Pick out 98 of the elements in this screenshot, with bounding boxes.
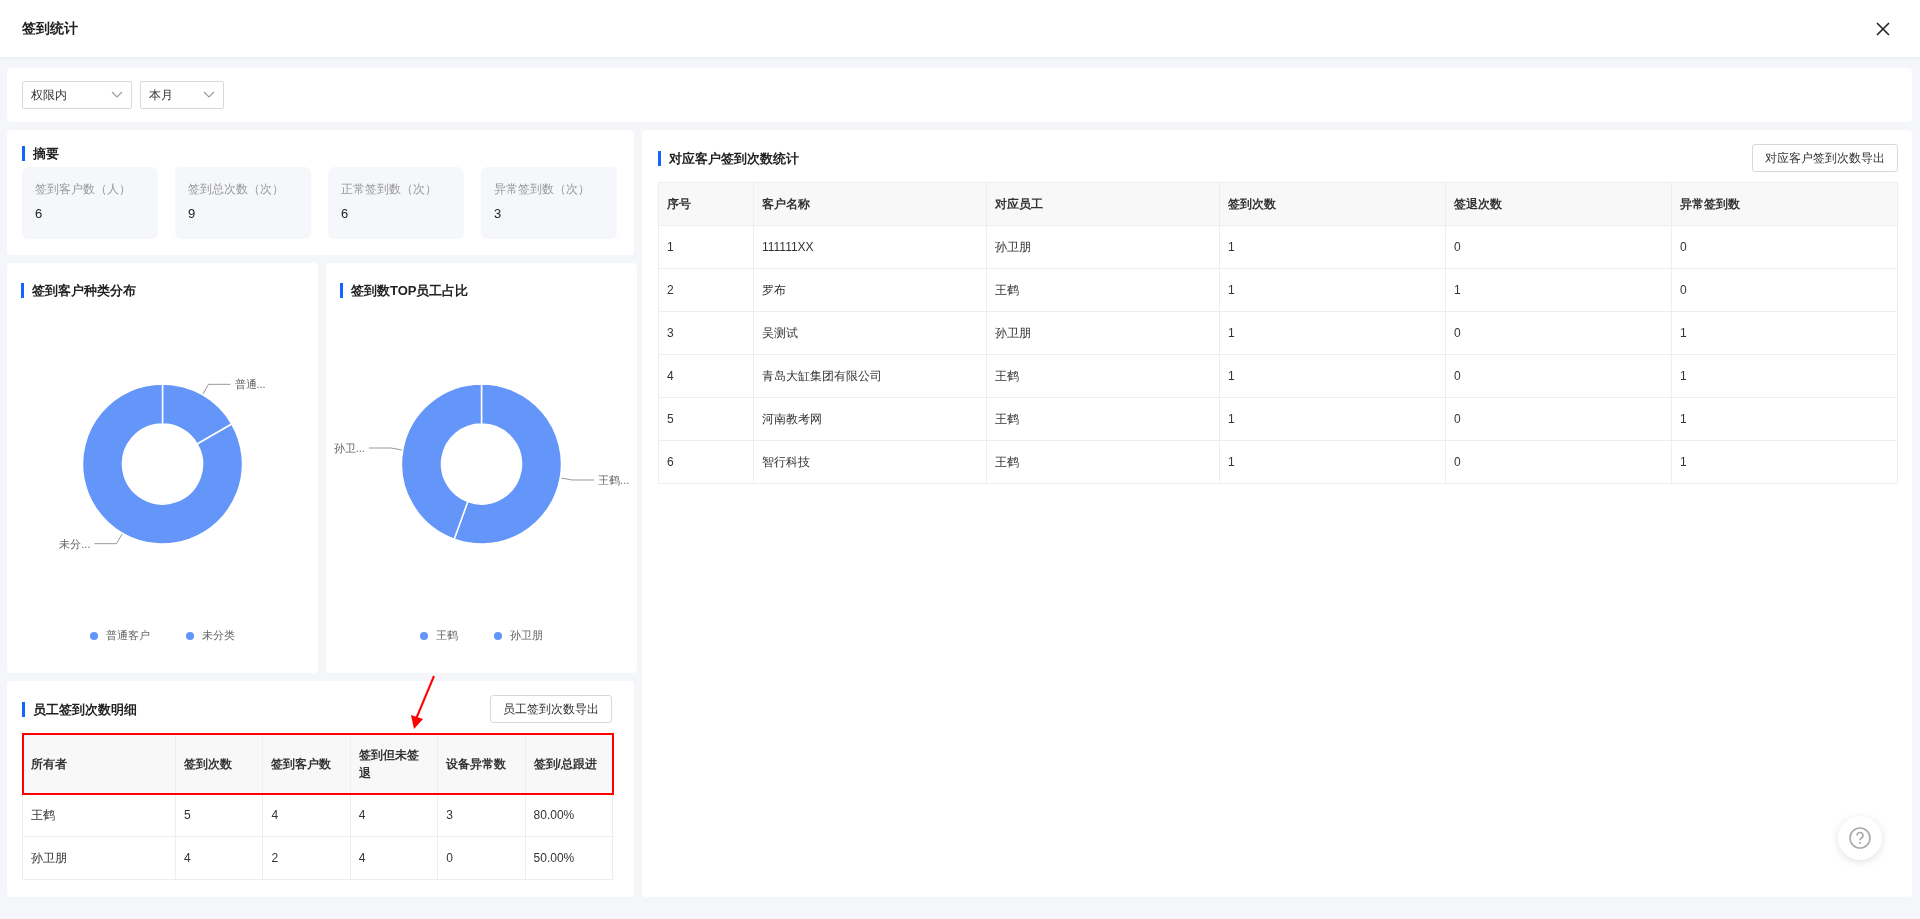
table-cell: 6: [658, 440, 754, 484]
legend-item[interactable]: 孙卫朋: [494, 628, 543, 643]
legend-item[interactable]: 未分类: [186, 628, 235, 643]
table-cell: 王鹤: [986, 440, 1220, 484]
table-cell: 4: [175, 836, 263, 880]
table-cell: 0: [1671, 225, 1898, 269]
table-cell: 0: [1445, 397, 1672, 441]
donut-slice[interactable]: [161, 383, 233, 445]
section-title: 签到客户种类分布: [21, 283, 318, 298]
table-cell: 罗布: [753, 268, 987, 312]
leader-line: [560, 477, 595, 481]
column-header: 签到但未签退: [350, 733, 438, 794]
column-header: 签到次数: [1219, 182, 1446, 226]
slice-label: 王鹤...: [598, 474, 630, 486]
table-cell: 1: [658, 225, 754, 269]
table-cell: 4: [350, 793, 438, 837]
leader-line: [94, 533, 123, 545]
stat-label: 签到客户数（人）: [35, 181, 132, 198]
table-cell: 2: [658, 268, 754, 312]
table-cell: 0: [1671, 268, 1898, 312]
table-cell: 0: [1445, 225, 1672, 269]
column-header: 签退次数: [1445, 182, 1672, 226]
section-title: 对应客户签到次数统计: [658, 150, 799, 166]
table-cell: 4: [658, 354, 754, 398]
stat-label: 签到总次数（次）: [188, 181, 285, 198]
column-header: 异常签到数: [1671, 182, 1898, 226]
table-cell: 111111XX: [753, 225, 987, 269]
leader-line: [202, 383, 231, 395]
window-title: 签到统计: [22, 19, 78, 38]
table-cell: 1: [1671, 397, 1898, 441]
column-header: 所有者: [22, 733, 176, 794]
table-cell: 孙卫朋: [986, 225, 1220, 269]
stat-value: 3: [494, 206, 503, 221]
section-title: 员工签到次数明细: [22, 701, 137, 717]
column-header: 设备异常数: [437, 733, 526, 794]
column-header: 签到/总跟进: [525, 733, 613, 794]
table-cell: 5: [175, 793, 263, 837]
table-cell: 3: [658, 311, 754, 355]
section-title: 摘要: [22, 146, 619, 161]
table-cell: 0: [1445, 311, 1672, 355]
annotation-arrow: [410, 675, 436, 731]
table-cell: 1: [1219, 225, 1446, 269]
stat-value: 6: [35, 206, 44, 221]
filter-select[interactable]: 权限内: [22, 81, 132, 109]
table-cell: 王鹤: [22, 793, 176, 837]
table-cell: 5: [658, 397, 754, 441]
table-cell: 青岛大缸集团有限公司: [753, 354, 987, 398]
slice-label: 普通...: [234, 378, 266, 391]
table-cell: 河南教考网: [753, 397, 987, 441]
filter-select[interactable]: 本月: [140, 81, 224, 109]
table-cell: 2: [262, 836, 351, 880]
column-header: 客户名称: [753, 182, 987, 226]
export-button[interactable]: 员工签到次数导出: [490, 695, 612, 723]
close-icon[interactable]: [1876, 21, 1890, 36]
table-cell: 1: [1445, 268, 1672, 312]
column-header: 序号: [658, 182, 754, 226]
slice-label: 孙卫...: [333, 442, 365, 454]
column-header: 签到客户数: [262, 733, 351, 794]
donut-slice[interactable]: [400, 383, 483, 540]
table-cell: 1: [1671, 440, 1898, 484]
leader-line: [368, 447, 403, 451]
table-cell: 1: [1671, 311, 1898, 355]
table-cell: 0: [1445, 354, 1672, 398]
export-button[interactable]: 对应客户签到次数导出: [1752, 144, 1898, 172]
table-cell: 智行科技: [753, 440, 987, 484]
table-cell: 1: [1219, 268, 1446, 312]
caret-icon: [203, 91, 215, 99]
stat-label: 异常签到数（次）: [494, 181, 591, 198]
table-cell: 4: [262, 793, 351, 837]
help-icon: [1848, 826, 1872, 850]
table-cell: 吴测试: [753, 311, 987, 355]
table-cell: 孙卫朋: [22, 836, 176, 880]
table-cell: 孙卫朋: [986, 311, 1220, 355]
table-cell: 1: [1219, 397, 1446, 441]
table-cell: 1: [1671, 354, 1898, 398]
donut-slice[interactable]: [453, 383, 563, 545]
table-cell: 1: [1219, 311, 1446, 355]
table-cell: 王鹤: [986, 268, 1220, 312]
table-cell: 50.00%: [525, 836, 613, 880]
table-cell: 3: [437, 793, 526, 837]
table-cell: 1: [1219, 440, 1446, 484]
stat-value: 9: [188, 206, 197, 221]
table-cell: 1: [1219, 354, 1446, 398]
table-cell: 王鹤: [986, 354, 1220, 398]
legend-item[interactable]: 普通客户: [90, 628, 150, 643]
table-cell: 4: [350, 836, 438, 880]
legend-item[interactable]: 王鹤: [420, 628, 458, 643]
caret-icon: [111, 91, 123, 99]
stat-label: 正常签到数（次）: [341, 181, 438, 198]
column-header: 对应员工: [986, 182, 1220, 226]
column-header: 签到次数: [175, 733, 263, 794]
table-cell: 王鹤: [986, 397, 1220, 441]
section-title: 签到数TOP员工占比: [340, 283, 637, 298]
slice-label: 未分...: [59, 537, 91, 550]
table-cell: 0: [1445, 440, 1672, 484]
stat-value: 6: [341, 206, 350, 221]
table-cell: 80.00%: [525, 793, 613, 837]
table-cell: 0: [437, 836, 526, 880]
